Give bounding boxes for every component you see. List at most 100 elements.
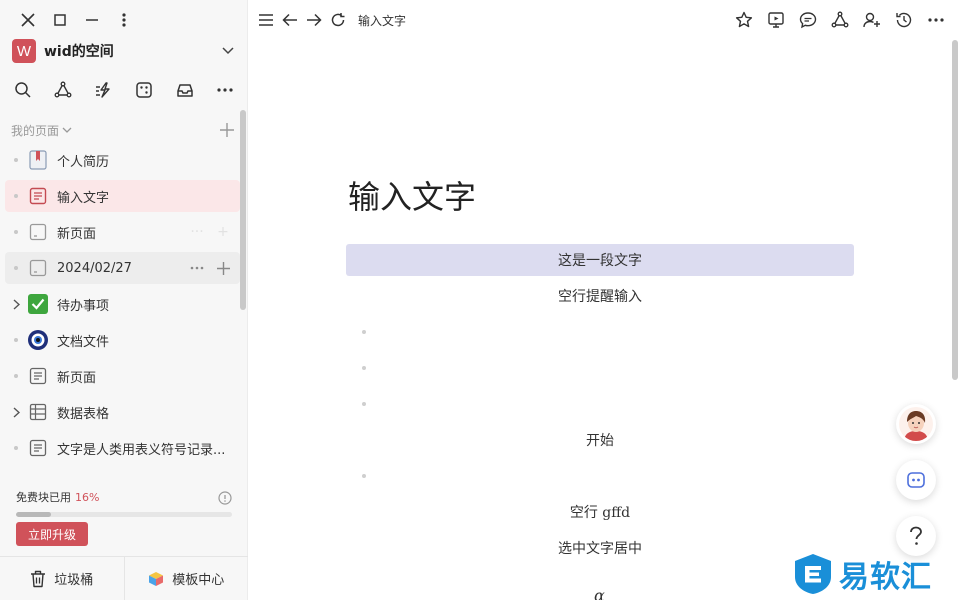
sidebar-page-item[interactable]: 待办事项 [5, 288, 240, 320]
table-icon [27, 401, 49, 423]
inbox-icon [176, 84, 193, 97]
page-list: 个人简历 输入文字 新页面 ··· + 2024/02/27 待办事项 文档文件… [5, 144, 240, 468]
sidebar-page-item[interactable]: 文档文件 [5, 324, 240, 356]
page-label: 个人简历 [57, 154, 110, 170]
invite-button[interactable] [862, 8, 882, 32]
expand-button[interactable] [5, 288, 27, 320]
sidebar-page-item[interactable]: 新页面 ··· + [5, 216, 240, 248]
sidebar-page-item-active[interactable]: 输入文字 [5, 180, 240, 212]
bullet-dot [5, 324, 27, 356]
comments-button[interactable] [798, 8, 818, 32]
help-button[interactable] [896, 516, 936, 556]
refresh-button[interactable] [328, 8, 348, 32]
more-horizontal-icon[interactable]: ··· [188, 223, 206, 241]
plus-icon [216, 261, 230, 275]
sidebar-page-item[interactable]: 个人简历 [5, 144, 240, 176]
lightning-icon [95, 82, 110, 98]
shield-e-logo-icon [795, 554, 831, 594]
add-subpage-button[interactable] [214, 259, 232, 277]
history-button[interactable] [894, 8, 914, 32]
arrow-right-icon [307, 13, 322, 27]
empty-block-dot[interactable] [362, 366, 366, 370]
page-label: 数据表格 [57, 406, 110, 422]
sidebar-page-item[interactable]: 数据表格 [5, 396, 240, 428]
arrow-left-icon [282, 13, 297, 27]
graph-button[interactable] [48, 76, 78, 104]
text-block[interactable]: 开始 [346, 424, 854, 456]
window-menu-button[interactable] [108, 8, 140, 32]
graph-nodes-icon [831, 11, 849, 28]
watermark-logo: 易软汇 [793, 552, 932, 596]
sidebar-toolbar [4, 76, 244, 104]
formula-glyph[interactable]: α [594, 586, 605, 600]
quick-actions-button[interactable] [89, 76, 119, 104]
maximize-icon [54, 14, 66, 26]
document-icon [27, 437, 49, 459]
bullet-dot [5, 252, 27, 284]
templates-button[interactable]: 模板中心 [123, 557, 249, 600]
more-horizontal-icon [190, 266, 204, 270]
more-horizontal-icon [928, 18, 944, 22]
back-button[interactable] [280, 8, 300, 32]
workspace-logo: W [12, 39, 36, 63]
favorite-button[interactable] [734, 8, 754, 32]
comment-icon [799, 12, 817, 29]
more-button[interactable] [210, 76, 240, 104]
page-label: 2024/02/27 [57, 260, 132, 276]
workspace-switcher[interactable]: W wid的空间 [12, 38, 238, 64]
editor-topbar: 输入文字 [248, 0, 960, 40]
empty-block-dot[interactable] [362, 330, 366, 334]
workspace-name: wid的空间 [44, 44, 114, 60]
page-menu-button[interactable] [926, 8, 946, 32]
usage-meter: 免费块已用 16% [16, 488, 232, 517]
page-more-button[interactable] [188, 259, 206, 277]
hamburger-menu-icon [259, 14, 273, 26]
question-mark-icon [910, 526, 922, 545]
sidebar-page-item[interactable]: 新页面 [5, 360, 240, 392]
my-pages-header[interactable]: 我的页面 [11, 120, 237, 140]
add-page-button[interactable] [217, 120, 237, 140]
chevron-right-icon [13, 406, 20, 418]
templates-label: 模板中心 [172, 573, 225, 588]
usage-label: 免费块已用 [16, 491, 71, 504]
nav-left: 输入文字 [256, 8, 406, 32]
empty-block-dot[interactable] [362, 402, 366, 406]
text-block[interactable]: 空行提醒输入 [346, 280, 854, 312]
expand-button[interactable] [5, 396, 27, 428]
breadcrumb[interactable]: 输入文字 [358, 12, 406, 29]
trash-button[interactable]: 垃圾桶 [0, 557, 124, 600]
forward-button[interactable] [304, 8, 324, 32]
blank-page-icon [27, 257, 49, 279]
bullet-dot [5, 216, 27, 248]
info-icon[interactable] [218, 490, 232, 505]
random-page-button[interactable] [129, 76, 159, 104]
refresh-icon [331, 13, 345, 27]
text-block[interactable]: 选中文字居中 [346, 532, 854, 564]
watermark-text: 易软汇 [839, 560, 932, 595]
inbox-button[interactable] [170, 76, 200, 104]
search-button[interactable] [8, 76, 38, 104]
sidebar-page-item[interactable]: 文字是人类用表义符号记录... [5, 432, 240, 464]
robot-icon [907, 472, 925, 488]
checkbox-icon [27, 293, 49, 315]
empty-block-dot[interactable] [362, 474, 366, 478]
sidebar-scrollbar[interactable] [240, 110, 246, 310]
plus-icon[interactable]: + [214, 223, 232, 241]
assistant-avatar-button[interactable] [896, 404, 936, 444]
upgrade-button[interactable]: 立即升级 [16, 522, 88, 546]
text-block-selected[interactable]: 这是一段文字 [346, 244, 854, 276]
minimize-window-button[interactable] [76, 8, 108, 32]
text-block[interactable]: 空行 gffd [346, 496, 854, 528]
page-title[interactable]: 输入文字 [348, 172, 476, 218]
more-vertical-icon [122, 13, 126, 27]
close-window-button[interactable] [12, 8, 44, 32]
bullet-dot [5, 180, 27, 212]
maximize-window-button[interactable] [44, 8, 76, 32]
graph-view-button[interactable] [830, 8, 850, 32]
toggle-sidebar-button[interactable] [256, 8, 276, 32]
ai-bot-button[interactable] [896, 460, 936, 500]
sidebar-page-item-hover[interactable]: 2024/02/27 [5, 252, 240, 284]
present-button[interactable] [766, 8, 786, 32]
editor-scrollbar[interactable] [952, 40, 958, 380]
usage-progress-bar [16, 512, 232, 517]
